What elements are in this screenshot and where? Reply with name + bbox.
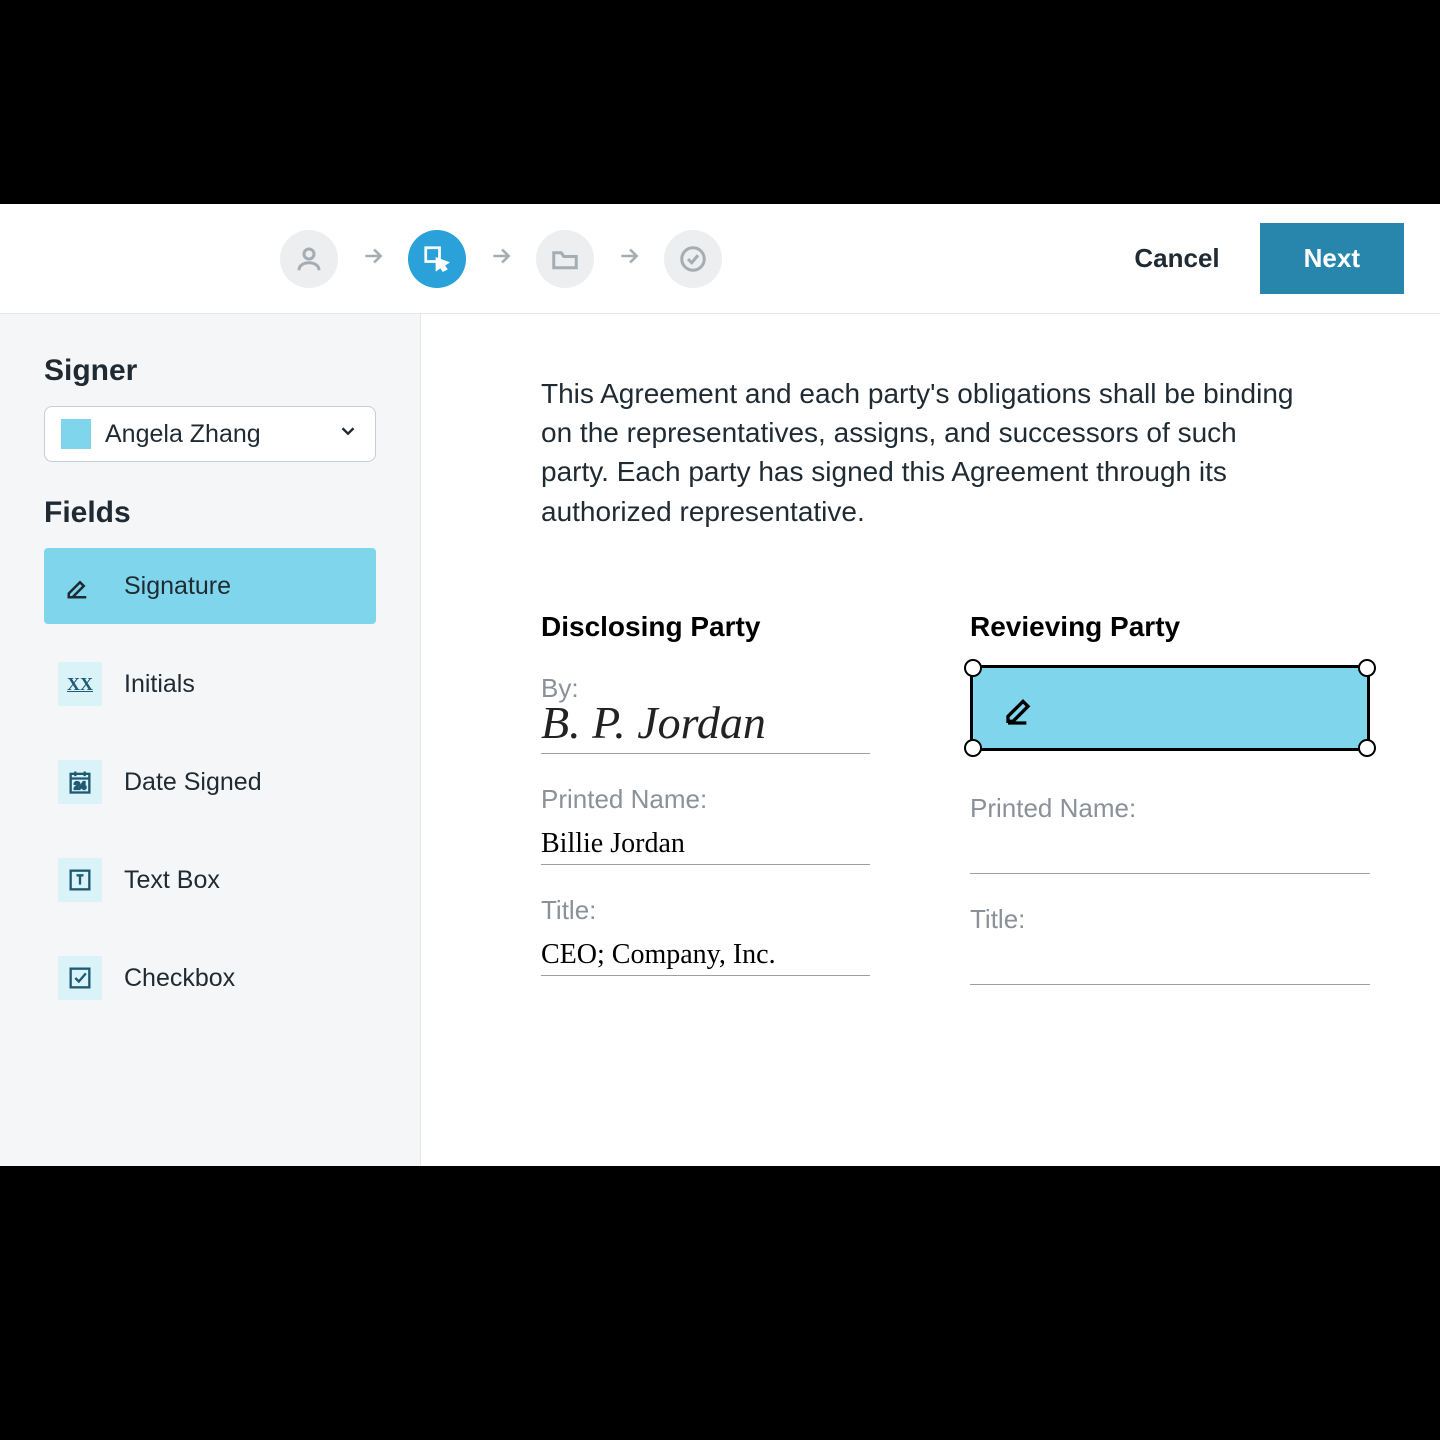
printed-name-line-empty <box>970 828 1370 874</box>
sidebar: Signer Angela Zhang Fields Signature XX … <box>0 314 420 1166</box>
receiving-heading: Revieving Party <box>970 611 1370 643</box>
folder-icon <box>550 244 580 274</box>
printed-name-label: Printed Name: <box>970 793 1370 824</box>
title-label: Title: <box>541 895 870 926</box>
arrow-icon <box>360 243 386 274</box>
disclosing-heading: Disclosing Party <box>541 611 870 643</box>
field-item-checkbox[interactable]: Checkbox <box>44 940 376 1016</box>
cursor-box-icon <box>422 244 452 274</box>
step-review[interactable] <box>664 230 722 288</box>
title-line-empty <box>970 939 1370 985</box>
arrow-icon <box>488 243 514 274</box>
printed-name-label: Printed Name: <box>541 784 870 815</box>
step-signer[interactable] <box>280 230 338 288</box>
wizard-topbar: Cancel Next <box>0 204 1440 314</box>
resize-handle-tl[interactable] <box>964 659 982 677</box>
step-files[interactable] <box>536 230 594 288</box>
signature-editor-app: Cancel Next Signer Angela Zhang Fields S… <box>0 204 1440 1166</box>
signature-columns: Disclosing Party By: B. P. Jordan Printe… <box>541 611 1370 985</box>
disclosing-party-column: Disclosing Party By: B. P. Jordan Printe… <box>541 611 870 985</box>
field-label: Checkbox <box>124 964 235 993</box>
field-item-signature[interactable]: Signature <box>44 548 376 624</box>
field-item-textbox[interactable]: Text Box <box>44 842 376 918</box>
chevron-down-icon <box>337 420 359 449</box>
textbox-icon <box>58 858 102 902</box>
signer-dropdown[interactable]: Angela Zhang <box>44 406 376 462</box>
fields-heading: Fields <box>44 496 376 530</box>
title-value: CEO; Company, Inc. <box>541 939 776 971</box>
wizard-steps <box>280 230 722 288</box>
agreement-paragraph: This Agreement and each party's obligati… <box>541 374 1301 531</box>
topbar-actions: Cancel Next <box>1134 223 1404 294</box>
resize-handle-br[interactable] <box>1358 739 1376 757</box>
title-line: CEO; Company, Inc. <box>541 930 870 976</box>
field-label: Signature <box>124 572 231 601</box>
person-icon <box>294 244 324 274</box>
signer-name: Angela Zhang <box>105 420 261 449</box>
signature-scribble: B. P. Jordan <box>541 696 766 749</box>
signature-field-placed[interactable] <box>970 665 1370 751</box>
field-label: Text Box <box>124 866 220 895</box>
next-button[interactable]: Next <box>1260 223 1404 294</box>
cancel-button[interactable]: Cancel <box>1134 243 1219 274</box>
resize-handle-bl[interactable] <box>964 739 982 757</box>
check-circle-icon <box>678 244 708 274</box>
field-label: Initials <box>124 670 195 699</box>
signer-heading: Signer <box>44 354 376 388</box>
signature-line: B. P. Jordan <box>541 708 870 754</box>
field-label: Date Signed <box>124 768 262 797</box>
printed-name-line: Billie Jordan <box>541 819 870 865</box>
signature-icon <box>1003 688 1043 728</box>
step-fields[interactable] <box>408 230 466 288</box>
signature-icon <box>58 564 102 608</box>
arrow-icon <box>616 243 642 274</box>
resize-handle-tr[interactable] <box>1358 659 1376 677</box>
title-label: Title: <box>970 904 1370 935</box>
initials-icon: XX <box>58 662 102 706</box>
receiving-party-column: Revieving Party Printed Name: Title: <box>970 611 1370 985</box>
svg-text:24: 24 <box>74 780 86 792</box>
printed-name-value: Billie Jordan <box>541 828 685 860</box>
field-item-initials[interactable]: XX Initials <box>44 646 376 722</box>
signer-color-swatch <box>61 419 91 449</box>
checkbox-icon <box>58 956 102 1000</box>
field-item-date[interactable]: 24 Date Signed <box>44 744 376 820</box>
document-canvas[interactable]: This Agreement and each party's obligati… <box>420 314 1440 1166</box>
calendar-icon: 24 <box>58 760 102 804</box>
editor-body: Signer Angela Zhang Fields Signature XX … <box>0 314 1440 1166</box>
